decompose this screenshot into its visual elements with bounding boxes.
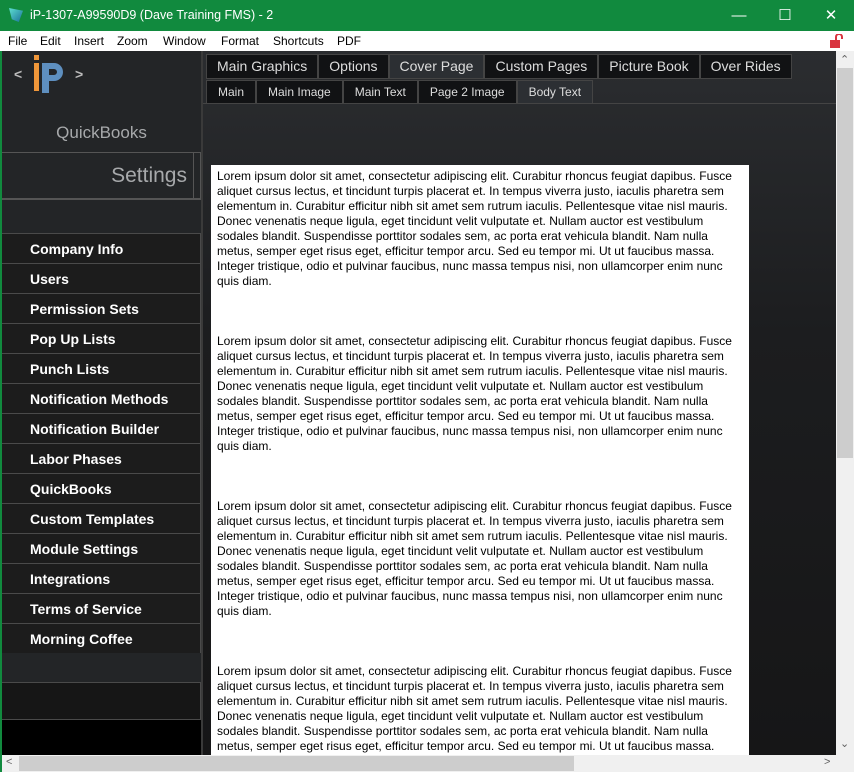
vertical-scrollbar[interactable]: ⌃ ⌄ <box>836 51 854 755</box>
subtab-body-text[interactable]: Body Text <box>516 80 594 104</box>
body-text-editor[interactable]: Lorem ipsum dolor sit amet, consectetur … <box>211 165 749 755</box>
tab-custom-pages[interactable]: Custom Pages <box>484 54 599 79</box>
main-panel: Main Graphics Options Cover Page Custom Pag… <box>201 51 838 755</box>
close-button[interactable]: ✕ <box>808 0 854 31</box>
body-paragraph: Lorem ipsum dolor sit amet, consectetur … <box>217 664 732 755</box>
sidebar-item-quickbooks[interactable]: QuickBooks <box>2 473 201 503</box>
sidebar-item-users[interactable]: Users <box>2 263 201 293</box>
tab-over-rides[interactable]: Over Rides <box>699 54 792 79</box>
sidebar-item-terms-of-service[interactable]: Terms of Service <box>2 593 201 623</box>
menu-pdf[interactable]: PDF <box>337 34 361 48</box>
menu-shortcuts[interactable]: Shortcuts <box>273 34 324 48</box>
scroll-left-icon[interactable]: < <box>6 756 12 768</box>
menu-file[interactable]: File <box>8 34 27 48</box>
unlocked-lock-icon[interactable] <box>830 34 844 48</box>
scroll-down-icon[interactable]: ⌄ <box>840 737 849 750</box>
sidebar-item-morning-coffee[interactable]: Morning Coffee <box>2 623 201 653</box>
body-paragraph: Lorem ipsum dolor sit amet, consectetur … <box>217 334 732 453</box>
maximize-button[interactable]: ☐ <box>762 0 808 31</box>
menu-insert[interactable]: Insert <box>74 34 104 48</box>
sidebar-item-custom-templates[interactable]: Custom Templates <box>2 503 201 533</box>
sidebar-item-module-settings[interactable]: Module Settings <box>2 533 201 563</box>
menu-bar: File Edit Insert Zoom Window Format Shor… <box>0 31 854 51</box>
settings-heading: Settings <box>2 152 194 199</box>
vertical-scroll-thumb[interactable] <box>837 68 853 458</box>
tab-options[interactable]: Options <box>318 54 389 79</box>
sidebar-item-permission-sets[interactable]: Permission Sets <box>2 293 201 323</box>
horizontal-scrollbar[interactable]: < > <box>0 755 854 772</box>
divider <box>203 103 838 104</box>
sidebar-item-company-info[interactable]: Company Info <box>2 233 201 263</box>
settings-nav: Company Info Users Permission Sets Pop Up L… <box>2 233 201 653</box>
sidebar-item-integrations[interactable]: Integrations <box>2 563 201 593</box>
back-button[interactable]: < <box>14 66 22 82</box>
menu-window[interactable]: Window <box>163 34 206 48</box>
menu-edit[interactable]: Edit <box>40 34 61 48</box>
tab-picture-book[interactable]: Picture Book <box>598 54 700 79</box>
menu-format[interactable]: Format <box>221 34 259 48</box>
sub-tabs: Main Main Image Main Text Page 2 Image Body … <box>206 80 594 104</box>
subtab-page-2-image[interactable]: Page 2 Image <box>417 80 517 104</box>
sidebar-item-notification-builder[interactable]: Notification Builder <box>2 413 201 443</box>
subtab-main-image[interactable]: Main Image <box>256 80 343 104</box>
body-paragraph: Lorem ipsum dolor sit amet, consectetur … <box>217 499 732 618</box>
sidebar-item-punch-lists[interactable]: Punch Lists <box>2 353 201 383</box>
sidebar-item-notification-methods[interactable]: Notification Methods <box>2 383 201 413</box>
sidebar: < > QuickBooks Settings Company Info User… <box>0 51 201 755</box>
subtab-main-text[interactable]: Main Text <box>342 80 418 104</box>
section-title: QuickBooks <box>56 123 147 142</box>
settings-side-box <box>193 152 201 199</box>
window-title: iP-1307-A99590D9 (Dave Training FMS) - 2 <box>30 8 274 22</box>
tab-cover-page[interactable]: Cover Page <box>388 54 485 79</box>
scroll-up-icon[interactable]: ⌃ <box>840 53 849 66</box>
minimize-button[interactable]: — <box>716 0 762 31</box>
scroll-right-icon[interactable]: > <box>824 756 830 768</box>
title-bar: iP-1307-A99590D9 (Dave Training FMS) - 2… <box>0 0 854 31</box>
main-tabs: Main Graphics Options Cover Page Custom Pag… <box>206 54 792 79</box>
sidebar-item-pop-up-lists[interactable]: Pop Up Lists <box>2 323 201 353</box>
ip-logo <box>34 55 63 93</box>
tab-main-graphics[interactable]: Main Graphics <box>206 54 319 79</box>
footer-panel <box>2 720 201 755</box>
app-icon <box>9 8 23 22</box>
sidebar-item-labor-phases[interactable]: Labor Phases <box>2 443 201 473</box>
empty-panel <box>2 682 201 720</box>
horizontal-scroll-thumb[interactable] <box>19 756 574 771</box>
body-paragraph: Lorem ipsum dolor sit amet, consectetur … <box>217 169 732 288</box>
divider <box>2 199 201 200</box>
subtab-main[interactable]: Main <box>206 80 257 104</box>
menu-zoom[interactable]: Zoom <box>117 34 148 48</box>
forward-button[interactable]: > <box>75 66 83 82</box>
